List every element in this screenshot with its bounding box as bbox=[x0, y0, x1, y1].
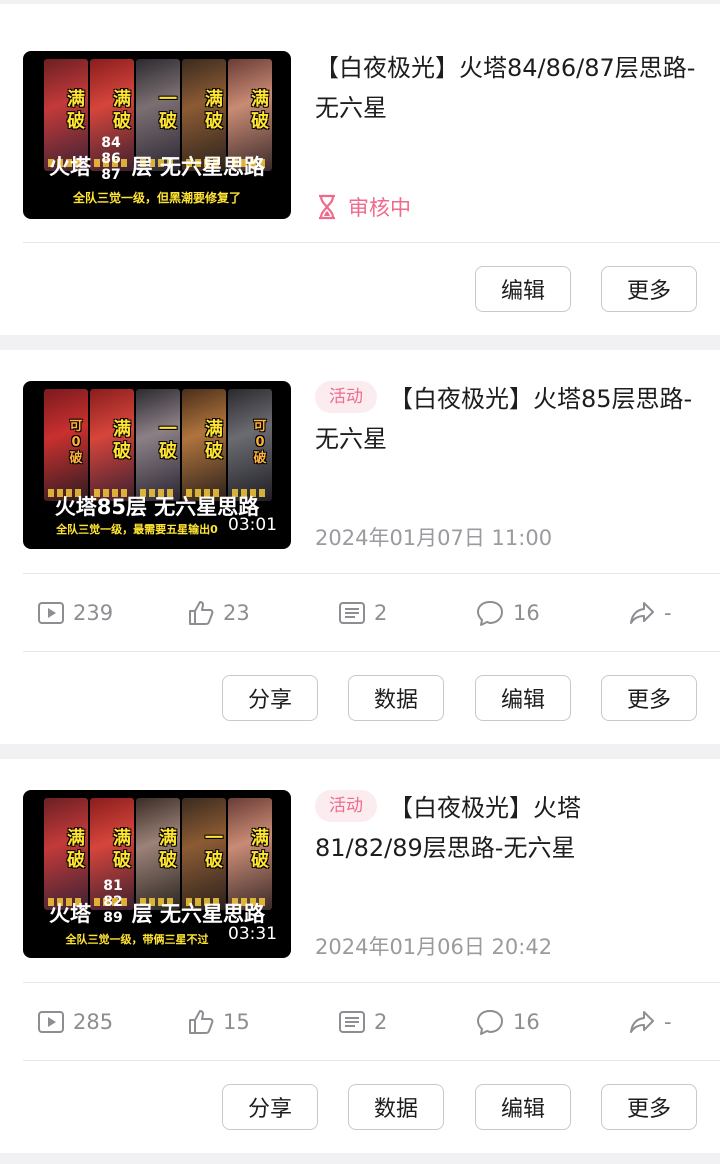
video-duration: 03:01 bbox=[228, 515, 277, 535]
card-divider bbox=[23, 651, 720, 652]
video-duration: 03:31 bbox=[228, 924, 277, 944]
like-count[interactable]: 23 bbox=[187, 574, 250, 652]
share-icon bbox=[630, 602, 654, 624]
character-portrait: 满破 bbox=[44, 798, 88, 910]
edit-button[interactable]: 编辑 bbox=[475, 675, 571, 721]
like-count[interactable]: 15 bbox=[187, 983, 250, 1061]
character-portrait: 满破 bbox=[182, 389, 226, 501]
comment-count[interactable]: 2 bbox=[338, 983, 387, 1061]
share-icon bbox=[630, 1011, 654, 1033]
share-button[interactable]: 分享 bbox=[222, 675, 318, 721]
play-count: 285 bbox=[37, 983, 113, 1061]
card-divider bbox=[23, 242, 720, 243]
thumbnail-floor-numbers: 81 82 89 bbox=[103, 878, 123, 926]
share-button[interactable]: 分享 bbox=[222, 1084, 318, 1130]
hourglass-icon bbox=[319, 194, 335, 220]
thumbnail-characters: 可0破 满破 一破 满破 可0破 bbox=[44, 389, 272, 501]
data-button[interactable]: 数据 bbox=[348, 675, 444, 721]
danmaku-count[interactable]: 16 bbox=[475, 574, 540, 652]
more-button[interactable]: 更多 bbox=[601, 1084, 697, 1130]
like-icon bbox=[189, 1010, 214, 1034]
more-button[interactable]: 更多 bbox=[601, 266, 697, 312]
video-thumbnail[interactable]: 可0破 满破 一破 满破 可0破 火塔85层 无六星思路 全队三觉一级，最需要五… bbox=[23, 381, 291, 549]
play-icon bbox=[38, 602, 64, 624]
comment-count[interactable]: 2 bbox=[338, 574, 387, 652]
video-thumbnail[interactable]: 满破 满破 满破 一破 满破 火塔 层 无六星思路 81 82 89 全队三觉一… bbox=[23, 790, 291, 958]
data-button[interactable]: 数据 bbox=[348, 1084, 444, 1130]
video-title[interactable]: 活动 【白夜极光】火塔85层思路-无六星 bbox=[315, 379, 705, 459]
publish-date: 2024年01月07日 11:00 bbox=[315, 526, 553, 550]
thumbnail-floor-numbers: 84 86 87 bbox=[101, 135, 121, 183]
like-icon bbox=[189, 601, 214, 625]
activity-badge: 活动 bbox=[315, 381, 377, 413]
danmaku-count[interactable]: 16 bbox=[475, 983, 540, 1061]
play-count: 239 bbox=[37, 574, 113, 652]
character-portrait: 满破 bbox=[136, 798, 180, 910]
card-divider bbox=[23, 1060, 720, 1061]
review-status: 审核中 bbox=[316, 192, 411, 222]
thumbnail-headline: 火塔 层 无六星思路 bbox=[49, 155, 265, 179]
thumbnail-subtitle: 全队三觉一级，但黑潮要修复了 bbox=[72, 191, 241, 205]
character-portrait: 可0破 bbox=[228, 389, 272, 501]
creator-video-list: 满破 满破 一破 满破 满破 火塔 层 无六星思路 84 86 87 全队三觉一… bbox=[0, 0, 720, 1164]
thumbnail-characters: 满破 满破 满破 一破 满破 bbox=[44, 798, 272, 910]
comment-icon bbox=[477, 601, 503, 626]
share-count[interactable]: - bbox=[628, 983, 672, 1061]
stats-bar: 285 15 2 16 - bbox=[0, 983, 720, 1061]
character-portrait: 一破 bbox=[136, 389, 180, 501]
video-title[interactable]: 【白夜极光】火塔84/86/87层思路-无六星 bbox=[315, 48, 705, 128]
share-count[interactable]: - bbox=[628, 574, 672, 652]
play-icon bbox=[38, 1011, 64, 1033]
video-card: 可0破 满破 一破 满破 可0破 火塔85层 无六星思路 全队三觉一级，最需要五… bbox=[0, 350, 720, 744]
danmaku-icon bbox=[339, 602, 365, 624]
character-portrait: 满破 bbox=[90, 389, 134, 501]
character-portrait: 一破 bbox=[182, 798, 226, 910]
video-thumbnail[interactable]: 满破 满破 一破 满破 满破 火塔 层 无六星思路 84 86 87 全队三觉一… bbox=[23, 51, 291, 219]
edit-button[interactable]: 编辑 bbox=[475, 266, 571, 312]
comment-icon bbox=[477, 1010, 503, 1035]
danmaku-icon bbox=[339, 1011, 365, 1033]
character-portrait: 可0破 bbox=[44, 389, 88, 501]
edit-button[interactable]: 编辑 bbox=[475, 1084, 571, 1130]
video-card: 满破 满破 一破 满破 满破 火塔 层 无六星思路 84 86 87 全队三觉一… bbox=[0, 4, 720, 335]
publish-date: 2024年01月06日 20:42 bbox=[315, 935, 553, 959]
character-portrait: 满破 bbox=[228, 798, 272, 910]
stats-bar: 239 23 2 16 - bbox=[0, 574, 720, 652]
video-title[interactable]: 活动 【白夜极光】火塔81/82/89层思路-无六星 bbox=[315, 788, 625, 868]
activity-badge: 活动 bbox=[315, 790, 377, 822]
video-card: 满破 满破 满破 一破 满破 火塔 层 无六星思路 81 82 89 全队三觉一… bbox=[0, 759, 720, 1153]
more-button[interactable]: 更多 bbox=[601, 675, 697, 721]
